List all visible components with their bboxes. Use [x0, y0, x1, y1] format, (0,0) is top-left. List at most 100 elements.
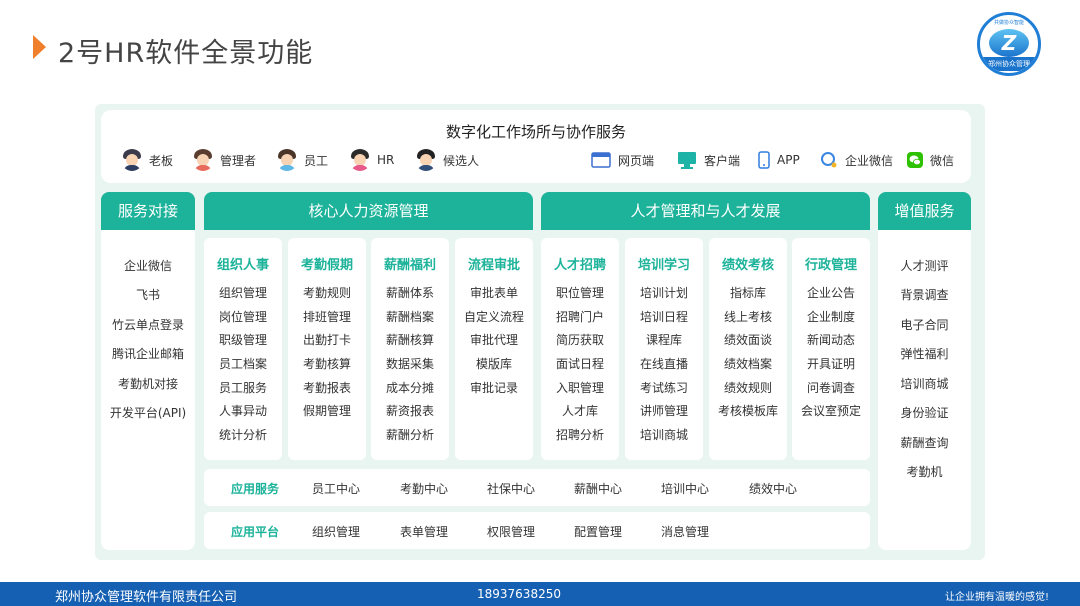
app-service-item: 考勤中心	[400, 482, 449, 496]
app-service-item: 培训中心	[661, 482, 710, 496]
column-item: 企业公告	[806, 286, 855, 300]
talent-column-performance: 绩效考核 指标库 线上考核 绩效面谈 绩效档案 绩效规则 考核模板库	[709, 238, 787, 460]
column-item: 薪酬体系	[385, 286, 434, 300]
column-item: 职位管理	[555, 286, 604, 300]
value-added-item: 电子合同	[900, 318, 949, 332]
value-added-item: 薪酬查询	[900, 436, 949, 450]
user-label: 员工	[304, 153, 329, 168]
column-item: 开具证明	[806, 357, 855, 371]
column-item: 审批表单	[469, 286, 518, 300]
desktop-monitor-icon	[678, 152, 696, 169]
client-web: 网页端	[591, 149, 654, 171]
core-hr-header: 核心人力资源管理	[204, 192, 533, 230]
app-platform-label: 应用平台	[231, 525, 280, 539]
client-label: 企业微信	[845, 153, 894, 168]
workplace-card: 数字化工作场所与协作服务 老板 管理者 员工 HR 候选人 网页端 客户端 AP…	[101, 110, 971, 183]
column-item: 课程库	[645, 333, 682, 347]
app-platform-item: 配置管理	[574, 525, 623, 539]
logo-band-text: 郑州协众管理	[980, 57, 1038, 71]
column-item: 招聘门户	[555, 310, 604, 324]
mobile-phone-icon	[758, 151, 770, 169]
wechat-icon	[907, 152, 923, 168]
column-item: 员工档案	[218, 357, 267, 371]
core-column-org: 组织人事 组织管理 岗位管理 职级管理 员工档案 员工服务 人事异动 统计分析	[204, 238, 282, 460]
column-item: 员工服务	[218, 381, 267, 395]
column-item: 假期管理	[302, 404, 351, 418]
core-column-attendance: 考勤假期 考勤规则 排班管理 出勤打卡 考勤核算 考勤报表 假期管理	[288, 238, 366, 460]
column-item: 审批记录	[469, 381, 518, 395]
client-wecom: 企业微信	[820, 149, 893, 171]
company-logo: 共做协众智能 Z 郑州协众管理	[977, 12, 1041, 76]
column-item: 岗位管理	[218, 310, 267, 324]
service-header: 服务对接	[101, 192, 195, 230]
column-item: 成本分摊	[385, 381, 434, 395]
value-added-item: 身份验证	[900, 406, 949, 420]
service-item: 考勤机对接	[117, 377, 178, 391]
column-item: 新闻动态	[806, 333, 855, 347]
app-service-item: 社保中心	[487, 482, 536, 496]
core-column-approval: 流程审批 审批表单 自定义流程 审批代理 模版库 审批记录	[455, 238, 533, 460]
column-item: 讲师管理	[639, 404, 688, 418]
column-item: 绩效面谈	[723, 333, 772, 347]
column-item: 统计分析	[218, 428, 267, 442]
column-item: 薪酬核算	[385, 333, 434, 347]
column-item: 考勤核算	[302, 357, 351, 371]
service-card: 企业微信 飞书 竹云单点登录 腾讯企业邮箱 考勤机对接 开发平台(API)	[101, 230, 195, 550]
column-item: 人才库	[561, 404, 598, 418]
column-item: 线上考核	[723, 310, 772, 324]
service-item: 竹云单点登录	[111, 318, 184, 332]
column-title: 绩效考核	[721, 258, 774, 273]
app-service-item: 薪酬中心	[574, 482, 623, 496]
column-item: 在线直播	[639, 357, 688, 371]
boss-avatar-icon	[121, 149, 143, 171]
web-browser-icon	[591, 152, 611, 168]
footer-slogan: 让企业拥有温暖的感觉!	[945, 592, 1050, 603]
client-desktop: 客户端	[677, 149, 740, 171]
value-added-item: 培训商城	[900, 377, 949, 391]
user-hr: HR	[349, 149, 394, 171]
user-candidate: 候选人	[415, 149, 479, 171]
column-item: 会议室预定	[800, 404, 861, 418]
app-platform-item: 权限管理	[487, 525, 536, 539]
logo-ring-text: 共做协众智能	[993, 20, 1024, 26]
column-item: 排班管理	[302, 310, 351, 324]
user-label: 老板	[149, 153, 174, 168]
footer-company: 郑州协众管理软件有限责任公司	[55, 590, 238, 605]
column-item: 招聘分析	[555, 428, 604, 442]
user-boss: 老板	[121, 149, 173, 171]
wecom-icon	[821, 152, 837, 168]
user-manager: 管理者	[192, 149, 256, 171]
column-item: 自定义流程	[463, 310, 524, 324]
column-item: 出勤打卡	[302, 333, 351, 347]
value-added-item: 弹性福利	[900, 347, 949, 361]
column-title: 组织人事	[216, 258, 269, 273]
column-item: 职级管理	[218, 333, 267, 347]
employee-avatar-icon	[276, 149, 298, 171]
service-item: 企业微信	[123, 259, 172, 273]
user-label: 管理者	[220, 153, 257, 168]
value-added-item: 人才测评	[900, 259, 949, 273]
column-title: 考勤假期	[300, 258, 353, 273]
column-item: 考勤报表	[302, 381, 351, 395]
app-service-item: 员工中心	[312, 482, 361, 496]
column-item: 考试练习	[639, 381, 688, 395]
talent-header: 人才管理和与人才发展	[541, 192, 870, 230]
column-item: 问卷调查	[806, 381, 855, 395]
value-added-header: 增值服务	[878, 192, 971, 230]
app-platform-item: 表单管理	[400, 525, 449, 539]
title-arrow-icon	[33, 35, 46, 59]
app-platform-row: 应用平台 组织管理 表单管理 权限管理 配置管理 消息管理	[204, 512, 870, 549]
column-item: 考核模板库	[717, 404, 778, 418]
column-item: 考勤规则	[302, 286, 351, 300]
column-item: 绩效档案	[723, 357, 772, 371]
footer-phone: 18937638250	[477, 587, 561, 601]
value-added-card: 人才测评 背景调查 电子合同 弹性福利 培训商城 身份验证 薪酬查询 考勤机	[878, 230, 971, 550]
value-added-item: 背景调查	[900, 288, 949, 302]
footer-bar: 郑州协众管理软件有限责任公司 18937638250 让企业拥有温暖的感觉!	[0, 582, 1080, 606]
column-item: 数据采集	[385, 357, 434, 371]
column-item: 入职管理	[555, 381, 604, 395]
hr-avatar-icon	[349, 149, 371, 171]
column-item: 薪酬档案	[385, 310, 434, 324]
talent-column-admin: 行政管理 企业公告 企业制度 新闻动态 开具证明 问卷调查 会议室预定	[792, 238, 870, 460]
logo-letter: Z	[989, 29, 1029, 57]
